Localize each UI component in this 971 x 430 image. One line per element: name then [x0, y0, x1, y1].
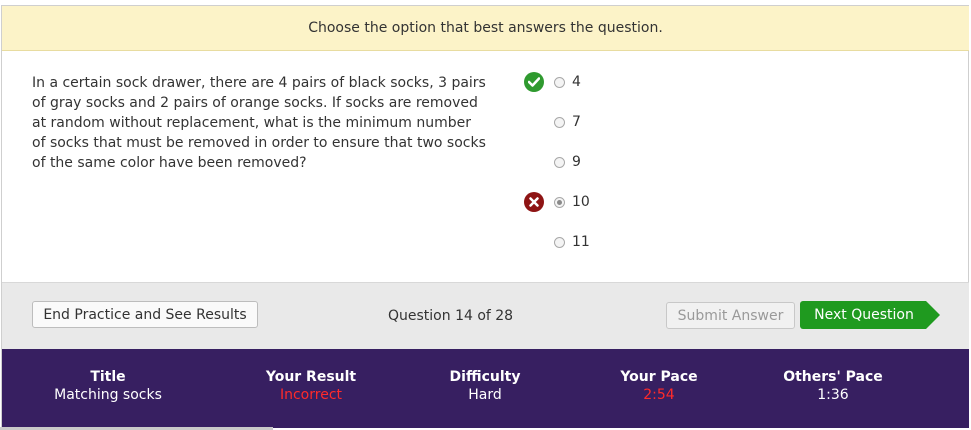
stat-result: Your Result Incorrect	[231, 369, 391, 403]
question-counter: Question 14 of 28	[388, 308, 514, 324]
answer-option-7[interactable]: 7	[553, 112, 581, 132]
stat-your-pace-heading: Your Pace	[620, 369, 698, 385]
answer-option-11[interactable]: 11	[553, 232, 590, 252]
answer-option-9[interactable]: 9	[553, 152, 581, 172]
next-question-label: Next Question	[800, 301, 926, 329]
stat-difficulty-heading: Difficulty	[449, 369, 521, 385]
arrow-right-icon	[926, 301, 940, 329]
radio-button[interactable]	[554, 76, 565, 88]
option-label: 11	[572, 234, 590, 250]
radio-button[interactable]	[554, 116, 565, 128]
option-label: 9	[572, 154, 581, 170]
stat-others-pace: Others' Pace 1:36	[753, 369, 913, 403]
radio-button[interactable]	[554, 156, 565, 168]
x-circle-icon	[524, 192, 544, 212]
stat-difficulty-value: Hard	[468, 387, 502, 403]
question-text: In a certain sock drawer, there are 4 pa…	[32, 75, 486, 171]
option-label: 10	[572, 194, 590, 210]
stat-others-pace-value: 1:36	[817, 387, 849, 403]
check-circle-icon	[524, 72, 544, 92]
answer-option-4[interactable]: 4	[553, 72, 581, 92]
stat-difficulty: Difficulty Hard	[405, 369, 565, 403]
option-label: 7	[572, 114, 581, 130]
option-label: 4	[572, 74, 581, 90]
radio-button[interactable]	[554, 236, 565, 248]
stat-title-value: Matching socks	[54, 387, 162, 403]
stat-others-pace-heading: Others' Pace	[783, 369, 883, 385]
answer-option-10[interactable]: 10	[553, 192, 590, 212]
stat-result-value: Incorrect	[279, 387, 343, 403]
stat-title-heading: Title	[90, 369, 126, 385]
stat-your-pace: Your Pace 2:54	[579, 369, 739, 403]
submit-answer-button[interactable]: Submit Answer	[666, 302, 795, 329]
stat-your-pace-value: 2:54	[643, 387, 675, 403]
stat-title: Title Matching socks	[28, 369, 188, 403]
radio-button-selected[interactable]	[554, 196, 565, 208]
end-practice-button[interactable]: End Practice and See Results	[32, 301, 258, 328]
instruction-banner: Choose the option that best answers the …	[2, 6, 969, 51]
stat-result-heading: Your Result	[265, 369, 357, 385]
next-question-button[interactable]: Next Question	[800, 301, 940, 329]
stats-panel: Title Matching socks Your Result Incorre…	[2, 349, 969, 428]
